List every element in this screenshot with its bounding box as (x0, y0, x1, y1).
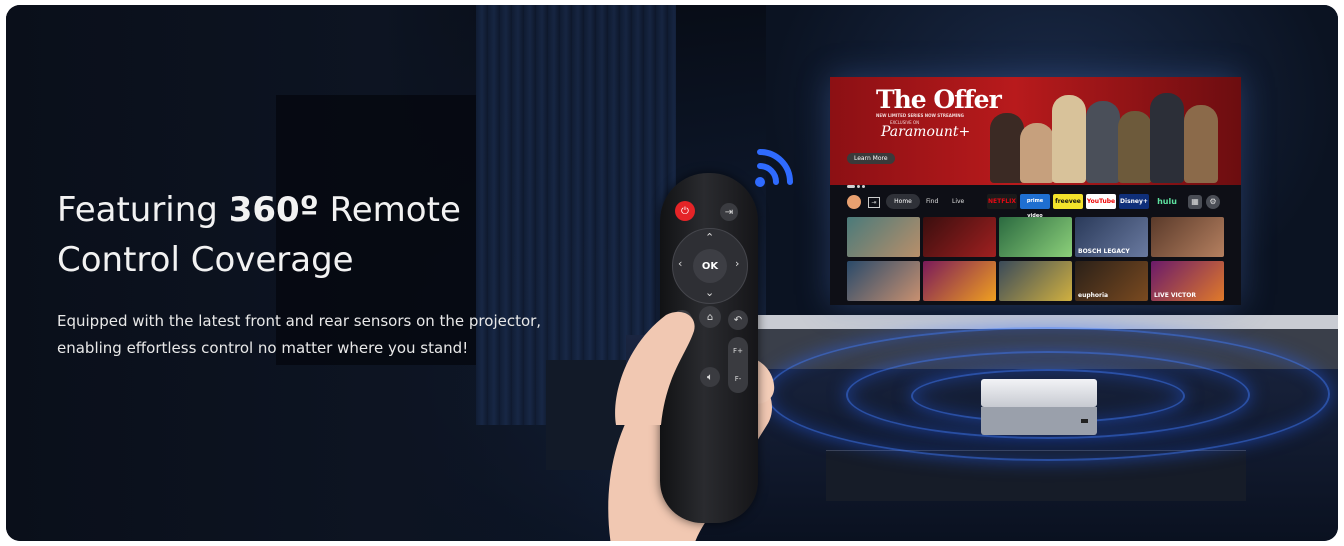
content-tile[interactable] (999, 217, 1072, 257)
thumb (615, 311, 695, 425)
learn-more-button[interactable]: Learn More (847, 153, 895, 164)
content-grid: BOSCH LEGACY euphoria LIVE VICTOR (847, 217, 1239, 303)
headline-prefix: Featuring (57, 190, 218, 230)
d-pad[interactable]: ⌃ ⌄ ‹ › OK (672, 228, 748, 304)
cast-photo (990, 83, 1230, 183)
back-icon: ↶ (733, 314, 743, 326)
product-banner: The Offer NEW LIMITED SERIES NOW STREAMI… (6, 5, 1338, 541)
settings-icon[interactable]: ⚙ (1206, 195, 1220, 209)
content-tile[interactable]: BOSCH LEGACY (1075, 217, 1148, 257)
hero-title: The Offer (876, 85, 1002, 114)
nav-home[interactable]: Home (886, 194, 920, 209)
nav-live[interactable]: Live (952, 194, 964, 209)
body-copy: Equipped with the latest front and rear … (57, 308, 617, 362)
power-icon: ⏻ (681, 205, 689, 217)
apps-grid-icon[interactable]: ▦ (1188, 195, 1202, 209)
headline-emphasis: 360º (228, 190, 319, 230)
body-line-2: enabling effortless control no matter wh… (57, 339, 469, 357)
arrow-left-icon[interactable]: ‹ (678, 257, 682, 270)
content-tile[interactable]: LIVE VICTOR (1151, 261, 1224, 301)
projector (981, 379, 1097, 435)
nav-find[interactable]: Find (926, 194, 938, 209)
headline: Featuring 360º Remote Control Coverage (57, 185, 597, 285)
content-tile[interactable] (1151, 217, 1224, 257)
app-freevee[interactable]: freevee (1053, 194, 1083, 209)
arrow-down-icon[interactable]: ⌄ (705, 286, 714, 299)
carousel-dots[interactable] (847, 173, 871, 188)
app-youtube[interactable]: YouTube (1086, 194, 1116, 209)
hero-subtitle: NEW LIMITED SERIES NOW STREAMING (876, 113, 964, 118)
content-tile[interactable] (923, 217, 996, 257)
input-icon[interactable]: ⇥ (868, 197, 880, 208)
arrow-right-icon[interactable]: › (735, 257, 739, 270)
focus-minus-label[interactable]: F- (735, 375, 742, 383)
headline-suffix: Remote (329, 190, 461, 230)
app-disney-plus[interactable]: Disney+ (1119, 194, 1149, 209)
tv-nav-bar: ⇥ Home Find Live NETFLIX prime video fre… (830, 191, 1241, 219)
home-icon: ⌂ (706, 311, 714, 323)
headline-line2: Control Coverage (57, 240, 354, 280)
back-button[interactable]: ↶ (728, 310, 748, 330)
content-tile[interactable] (999, 261, 1072, 301)
focus-rocker[interactable]: F+ F- (728, 337, 748, 393)
arrow-up-icon[interactable]: ⌃ (705, 231, 714, 244)
focus-plus-label[interactable]: F+ (733, 347, 743, 355)
hero-brand: Paramount+ (881, 124, 971, 140)
hero-banner: The Offer NEW LIMITED SERIES NOW STREAMI… (830, 77, 1241, 188)
app-hulu[interactable]: hulu (1152, 194, 1182, 209)
body-line-1: Equipped with the latest front and rear … (57, 312, 542, 330)
profile-avatar[interactable] (847, 195, 861, 209)
power-button[interactable]: ⏻ (675, 201, 695, 221)
app-prime-video[interactable]: prime video (1020, 194, 1050, 219)
content-tile[interactable] (847, 261, 920, 301)
projected-screen: The Offer NEW LIMITED SERIES NOW STREAMI… (830, 77, 1241, 305)
content-tile[interactable] (923, 261, 996, 301)
mute-icon: 🔈︎ (707, 371, 713, 383)
input-button[interactable]: ⇥ (720, 203, 738, 221)
ok-button[interactable]: OK (693, 249, 727, 283)
input-icon: ⇥ (724, 206, 734, 218)
wifi-signal-icon (755, 149, 793, 187)
content-tile[interactable] (847, 217, 920, 257)
content-tile[interactable]: euphoria (1075, 261, 1148, 301)
app-netflix[interactable]: NETFLIX (987, 194, 1017, 209)
